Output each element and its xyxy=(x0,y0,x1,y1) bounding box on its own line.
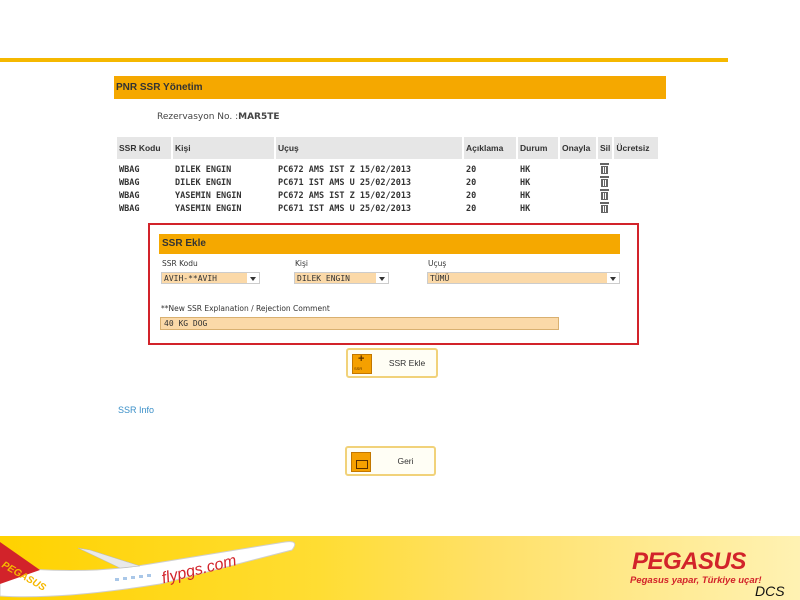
top-divider xyxy=(0,58,728,62)
row-ssr-code: WBAG xyxy=(119,164,140,175)
col-durum: Durum xyxy=(518,137,558,159)
trash-icon[interactable] xyxy=(600,163,609,174)
explanation-input[interactable]: 40 KG DOG xyxy=(160,317,559,330)
table-header-row: SSR Kodu Kişi Uçuş Açıklama Durum Onayla… xyxy=(117,137,659,159)
col-ucretsiz: Ücretsiz xyxy=(614,137,659,159)
ssr-info-link[interactable]: SSR Info xyxy=(118,405,154,415)
row-status: HK xyxy=(520,190,531,201)
row-delete[interactable] xyxy=(598,189,612,202)
row-person: DILEK ENGIN xyxy=(175,164,232,175)
chevron-down-icon[interactable] xyxy=(607,273,619,283)
airplane-image: PEGASUS flypgs.com xyxy=(0,541,296,598)
row-approve xyxy=(560,189,596,202)
person-select[interactable]: DILEK ENGIN xyxy=(294,272,389,284)
row-delete[interactable] xyxy=(598,176,612,189)
row-free xyxy=(614,202,658,215)
dcs-label: DCS xyxy=(755,583,785,599)
row-description: 20 xyxy=(466,203,477,214)
col-sil: Sil xyxy=(598,137,613,159)
flight-value: TÜMÜ xyxy=(430,274,450,283)
table-row: WBAG DILEK ENGIN PC672 AMS IST Z 15/02/2… xyxy=(117,163,658,176)
row-flight: PC672 AMS IST Z 15/02/2013 xyxy=(278,190,412,201)
row-description: 20 xyxy=(466,164,477,175)
pegasus-slogan: Pegasus yapar, Türkiye uçar! xyxy=(630,575,762,586)
row-description: 20 xyxy=(466,190,477,201)
row-person: DILEK ENGIN xyxy=(175,177,232,188)
flight-select[interactable]: TÜMÜ xyxy=(427,272,620,284)
pegasus-logo: PEGASUS xyxy=(632,548,746,575)
row-approve xyxy=(560,163,596,176)
row-status: HK xyxy=(520,164,531,175)
reservation-number: MAR5TE xyxy=(238,112,280,122)
page-title: PNR SSR Yönetim xyxy=(114,76,666,99)
table-row: WBAG DILEK ENGIN PC671 IST AMS U 25/02/2… xyxy=(117,176,658,189)
col-aciklama: Açıklama xyxy=(464,137,516,159)
row-delete[interactable] xyxy=(598,163,612,176)
back-button[interactable]: Geri xyxy=(345,446,436,476)
reservation-label: Rezervasyon No. : xyxy=(157,112,239,122)
chevron-down-icon[interactable] xyxy=(376,273,388,283)
ssr-ekle-button-label: SSR Ekle xyxy=(388,358,426,368)
row-ssr-code: WBAG xyxy=(119,190,140,201)
row-ssr-code: WBAG xyxy=(119,203,140,214)
row-approve xyxy=(560,202,596,215)
explanation-label: **New SSR Explanation / Rejection Commen… xyxy=(161,304,330,313)
row-status: HK xyxy=(520,177,531,188)
col-kisi: Kişi xyxy=(173,137,274,159)
ssr-code-value: AVIH-**AVIH xyxy=(164,274,217,283)
row-approve xyxy=(560,176,596,189)
person-label: Kişi xyxy=(295,259,308,268)
table-row: WBAG YASEMIN ENGIN PC672 AMS IST Z 15/02… xyxy=(117,189,658,202)
ssr-ekle-title: SSR Ekle xyxy=(159,234,620,254)
person-value: DILEK ENGIN xyxy=(297,274,350,283)
row-delete[interactable] xyxy=(598,202,612,215)
trash-icon[interactable] xyxy=(600,202,609,213)
ssr-code-label: SSR Kodu xyxy=(162,259,198,268)
row-person: YASEMIN ENGIN xyxy=(175,203,242,214)
col-ucus: Uçuş xyxy=(276,137,462,159)
row-status: HK xyxy=(520,203,531,214)
ssr-code-select[interactable]: AVIH-**AVIH xyxy=(161,272,260,284)
trash-icon[interactable] xyxy=(600,189,609,200)
row-flight: PC671 IST AMS U 25/02/2013 xyxy=(278,177,412,188)
row-free xyxy=(614,176,658,189)
row-flight: PC671 IST AMS U 25/02/2013 xyxy=(278,203,412,214)
row-person: YASEMIN ENGIN xyxy=(175,190,242,201)
reservation-line: Rezervasyon No. :MAR5TE xyxy=(157,112,280,122)
row-ssr-code: WBAG xyxy=(119,177,140,188)
row-flight: PC672 AMS IST Z 15/02/2013 xyxy=(278,164,412,175)
row-free xyxy=(614,189,658,202)
back-icon xyxy=(351,452,371,472)
table-row: WBAG YASEMIN ENGIN PC671 IST AMS U 25/02… xyxy=(117,202,658,215)
col-onayla: Onayla xyxy=(560,137,596,159)
flight-label: Uçuş xyxy=(428,259,447,268)
trash-icon[interactable] xyxy=(600,176,609,187)
ssr-table: SSR Kodu Kişi Uçuş Açıklama Durum Onayla… xyxy=(115,137,660,215)
row-free xyxy=(614,163,658,176)
ssr-ekle-button[interactable]: SSR Ekle xyxy=(346,348,438,378)
row-description: 20 xyxy=(466,177,477,188)
chevron-down-icon[interactable] xyxy=(247,273,259,283)
col-ssr-kodu: SSR Kodu xyxy=(117,137,171,159)
add-icon xyxy=(352,353,372,374)
back-button-label: Geri xyxy=(397,456,414,466)
